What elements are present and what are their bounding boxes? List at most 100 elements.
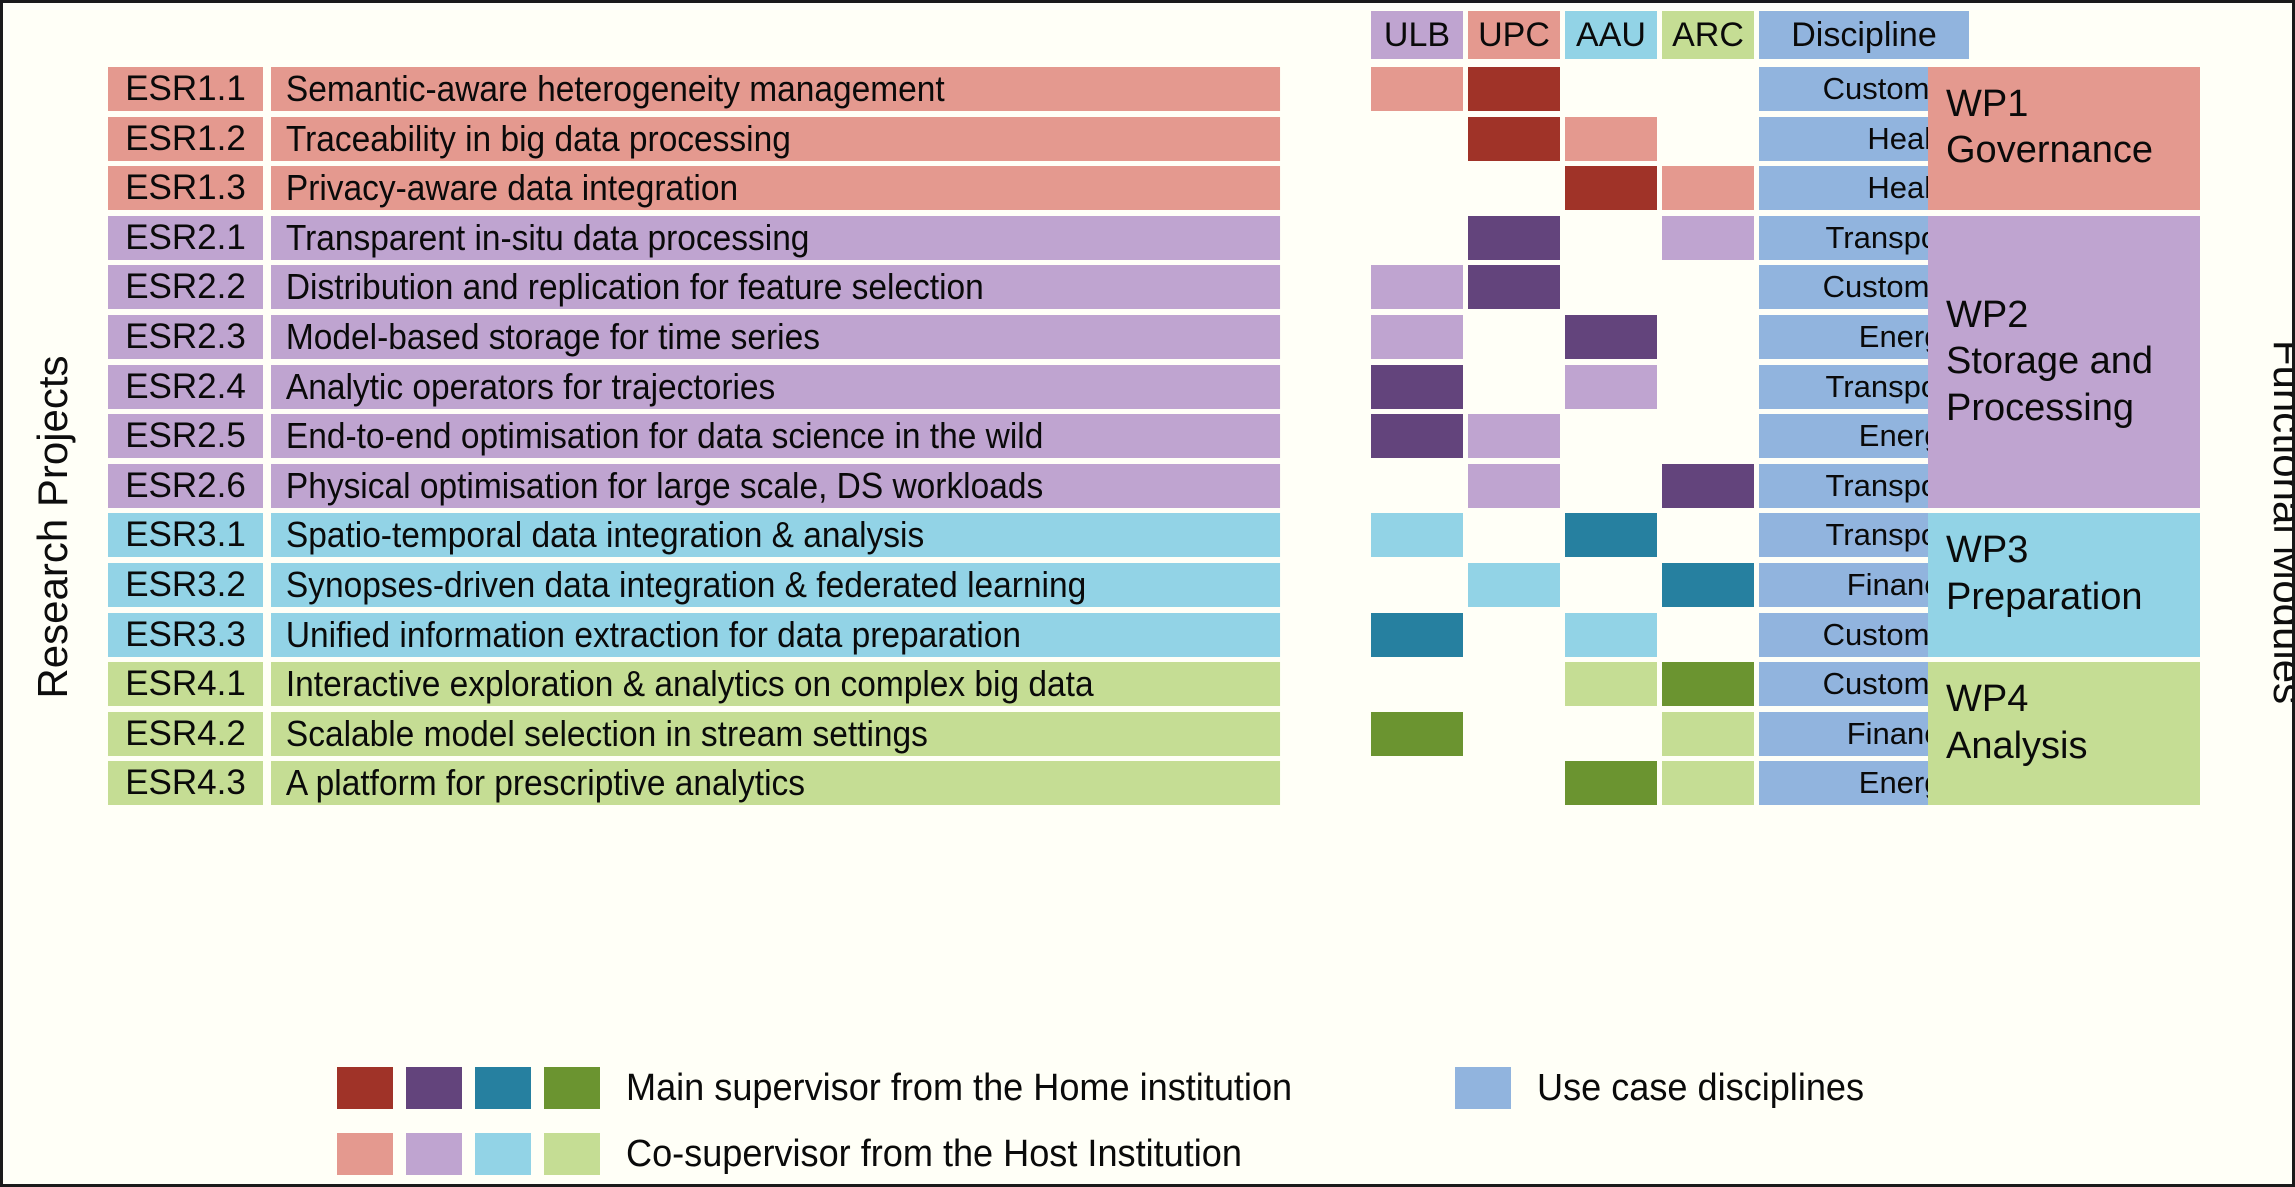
work-package-name: Governance (1946, 129, 2154, 172)
work-package-id: WP2 (1946, 293, 2029, 336)
legend-swatch-main-3 (544, 1067, 600, 1109)
legend-swatch-co-0 (337, 1133, 393, 1175)
matrix-cell-esr1-1-arc (1662, 67, 1754, 111)
row-id-esr2-4: ESR2.4 (108, 364, 263, 409)
column-header-arc: ARC (1662, 11, 1754, 59)
axis-label-functional-modules: Functional Modules (2265, 339, 2295, 705)
matrix-cell-esr3-1-arc (1662, 513, 1754, 558)
matrix-cell-esr4-1-arc (1662, 662, 1754, 707)
column-header-discipline: Discipline (1759, 11, 1969, 59)
matrix-cell-esr4-1-aau (1565, 662, 1657, 707)
matrix-cell-esr3-1-ulb (1371, 513, 1463, 558)
column-header-aau: AAU (1565, 11, 1657, 59)
matrix-cell-esr2-4-upc (1468, 364, 1560, 409)
row-title: Unified information extraction for data … (271, 612, 1281, 657)
matrix-cell-esr4-2-aau (1565, 711, 1657, 756)
legend-swatch-main-2 (475, 1067, 531, 1109)
work-package-id: WP1 (1946, 83, 2029, 125)
matrix-cell-esr2-5-upc (1468, 414, 1560, 459)
work-package-name: Analysis (1946, 724, 2088, 767)
matrix-cell-esr2-3-ulb (1371, 315, 1463, 359)
row-id-esr3-3: ESR3.3 (108, 612, 263, 657)
matrix-cell-esr2-2-arc (1662, 265, 1754, 310)
matrix-cell-esr3-2-ulb (1371, 563, 1463, 607)
matrix-cell-esr1-2-upc (1468, 116, 1560, 161)
matrix-cell-esr1-3-ulb (1371, 166, 1463, 211)
matrix-cell-esr2-4-arc (1662, 364, 1754, 409)
matrix-cell-esr1-3-arc (1662, 166, 1754, 211)
legend-swatch-co-1 (406, 1133, 462, 1175)
work-package-name: Preparation (1946, 575, 2143, 618)
row-id-esr2-2: ESR2.2 (108, 265, 263, 310)
row-id-esr1-1: ESR1.1 (108, 67, 263, 111)
matrix-cell-esr1-3-aau (1565, 166, 1657, 211)
matrix-cell-esr3-3-ulb (1371, 612, 1463, 657)
matrix-cell-esr1-1-upc (1468, 67, 1560, 111)
legend: Main supervisor from the Home institutio… (3, 1058, 2292, 1184)
matrix-cell-esr4-3-ulb (1371, 761, 1463, 806)
row-title: Physical optimisation for large scale, D… (271, 463, 1281, 508)
matrix-cell-esr1-1-ulb (1371, 67, 1463, 111)
row-title: A platform for prescriptive analytics (271, 761, 1281, 806)
row-id-esr2-5: ESR2.5 (108, 414, 263, 459)
row-title: Scalable model selection in stream setti… (271, 711, 1281, 756)
matrix-cell-esr4-3-arc (1662, 761, 1754, 806)
matrix-cell-esr2-4-ulb (1371, 364, 1463, 409)
matrix-cell-esr2-3-arc (1662, 315, 1754, 359)
row-id-esr4-3: ESR4.3 (108, 761, 263, 806)
column-header-ulb: ULB (1371, 11, 1463, 59)
row-title: Synopses-driven data integration & feder… (271, 563, 1281, 607)
matrix-cell-esr3-1-upc (1468, 513, 1560, 558)
matrix-cell-esr3-3-arc (1662, 612, 1754, 657)
work-package-wp3: WP3 Preparation (1928, 513, 2200, 657)
row-id-esr2-6: ESR2.6 (108, 463, 263, 508)
matrix-cell-esr2-1-ulb (1371, 215, 1463, 260)
matrix-cell-esr2-5-aau (1565, 414, 1657, 459)
legend-swatch-main-0 (337, 1067, 393, 1109)
matrix-cell-esr2-4-aau (1565, 364, 1657, 409)
matrix-cell-esr2-1-upc (1468, 215, 1560, 260)
matrix-cell-esr4-1-ulb (1371, 662, 1463, 707)
matrix-cell-esr3-2-aau (1565, 563, 1657, 607)
matrix-cell-esr4-3-upc (1468, 761, 1560, 806)
matrix-cell-esr4-1-upc (1468, 662, 1560, 707)
matrix-cell-esr1-2-aau (1565, 116, 1657, 161)
row-title: Transparent in-situ data processing (271, 215, 1281, 260)
matrix-cell-esr3-2-arc (1662, 563, 1754, 607)
matrix-cell-esr1-2-arc (1662, 116, 1754, 161)
matrix-cell-esr4-2-arc (1662, 711, 1754, 756)
matrix-cell-esr3-3-aau (1565, 612, 1657, 657)
row-id-esr2-1: ESR2.1 (108, 215, 263, 260)
legend-swatch-discipline-0 (1455, 1067, 1511, 1109)
legend-row-co: Co-supervisor from the Host Institution (337, 1126, 1274, 1182)
row-id-esr3-1: ESR3.1 (108, 513, 263, 558)
matrix-cell-esr3-2-upc (1468, 563, 1560, 607)
matrix-cell-esr2-3-aau (1565, 315, 1657, 359)
matrix-cell-esr2-1-arc (1662, 215, 1754, 260)
legend-label-co: Co-supervisor from the Host Institution (626, 1132, 1242, 1175)
matrix-cell-esr2-6-aau (1565, 463, 1657, 508)
matrix-cell-esr2-1-aau (1565, 215, 1657, 260)
matrix-cell-esr2-5-arc (1662, 414, 1754, 459)
matrix-cell-esr1-3-upc (1468, 166, 1560, 211)
matrix-cell-esr2-2-aau (1565, 265, 1657, 310)
axis-label-research-projects: Research Projects (29, 355, 76, 699)
matrix-cell-esr3-1-aau (1565, 513, 1657, 558)
matrix-cell-esr4-3-aau (1565, 761, 1657, 806)
row-id-esr3-2: ESR3.2 (108, 563, 263, 607)
poster-matrix-figure: Research Projects Functional Modules ULB… (0, 0, 2295, 1187)
row-id-esr4-1: ESR4.1 (108, 662, 263, 707)
column-header-upc: UPC (1468, 11, 1560, 59)
row-title: Model-based storage for time series (271, 315, 1281, 359)
row-title: Distribution and replication for feature… (271, 265, 1281, 310)
row-title: Privacy-aware data integration (271, 166, 1281, 211)
matrix-cell-esr2-6-ulb (1371, 463, 1463, 508)
legend-label-discipline: Use case disciplines (1537, 1066, 1865, 1109)
matrix-cell-esr4-2-upc (1468, 711, 1560, 756)
work-package-wp1: WP1 Governance (1928, 67, 2200, 211)
matrix-cell-esr2-6-upc (1468, 463, 1560, 508)
row-title: Semantic-aware heterogeneity management (271, 67, 1281, 111)
legend-swatch-main-1 (406, 1067, 462, 1109)
row-title: Spatio-temporal data integration & analy… (271, 513, 1281, 558)
matrix-cell-esr2-3-upc (1468, 315, 1560, 359)
